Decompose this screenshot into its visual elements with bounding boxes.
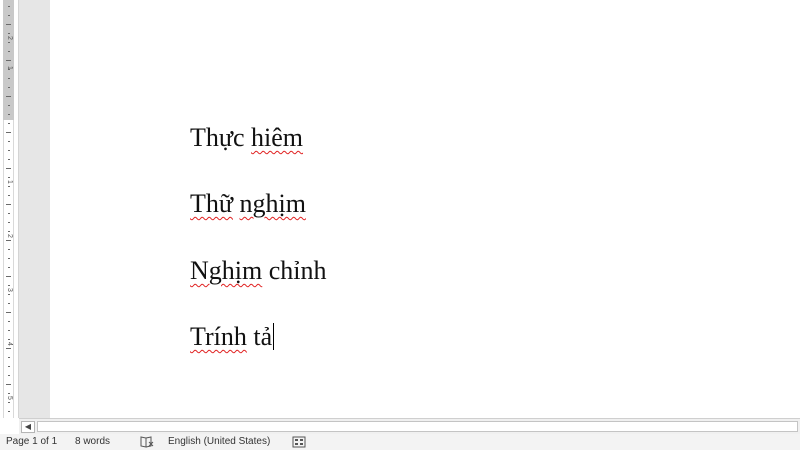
ruler-number: 1	[6, 66, 13, 70]
ruler-tick	[8, 15, 10, 16]
misspelled-word[interactable]: Nghịm	[190, 256, 262, 285]
ruler-tick	[6, 384, 11, 385]
ruler-tick	[8, 141, 10, 142]
ruler-tick	[8, 51, 10, 52]
text-run: tả	[246, 322, 273, 351]
misspelled-word[interactable]: Thữ	[190, 189, 233, 218]
misspelled-word[interactable]: Trính	[190, 322, 247, 351]
scrollbar-thumb[interactable]	[37, 421, 798, 432]
text-line-3[interactable]: Nghịm chỉnh	[190, 256, 327, 286]
language-indicator[interactable]: English (United States)	[168, 434, 270, 450]
ruler-tick	[8, 249, 10, 250]
track-changes-icon[interactable]	[292, 436, 306, 448]
ruler-tick	[8, 87, 10, 88]
vertical-ruler[interactable]: 2 1 1 2 3 4 5	[0, 0, 19, 418]
ruler-tick	[8, 6, 10, 7]
page-count[interactable]: Page 1 of 1	[6, 434, 57, 450]
ruler-tick	[6, 276, 11, 277]
ruler-tick	[8, 375, 10, 376]
ruler-tick	[6, 132, 11, 133]
ruler-number: 3	[6, 288, 13, 292]
text-run: chỉnh	[262, 256, 327, 285]
word-count[interactable]: 8 words	[75, 434, 110, 450]
ruler-tick	[6, 96, 11, 97]
ruler-tick	[8, 159, 10, 160]
ruler-tick	[8, 411, 10, 412]
ruler-tick	[8, 114, 10, 115]
ruler-tick	[8, 321, 10, 322]
text-line-1[interactable]: Thực hiêm	[190, 123, 303, 153]
ruler-tick	[8, 267, 10, 268]
ruler-tick	[8, 330, 10, 331]
ruler-tick	[8, 357, 10, 358]
ruler-tick	[6, 60, 11, 61]
ruler-tick	[8, 258, 10, 259]
horizontal-scrollbar[interactable]: ◀	[19, 418, 800, 434]
ruler-number: 5	[6, 396, 13, 400]
misspelled-word[interactable]: hiêm	[251, 123, 303, 152]
ruler-tick	[6, 24, 11, 25]
ruler-tick	[6, 312, 11, 313]
ruler-number: 2	[6, 234, 13, 238]
ruler-tick	[6, 168, 11, 169]
proofing-book-icon[interactable]	[140, 436, 154, 448]
text-line-2[interactable]: Thữ nghịm	[190, 189, 306, 219]
document-page[interactable]: Thực hiêm Thữ nghịm Nghịm chỉnh Trính tả	[50, 0, 800, 418]
text-line-4[interactable]: Trính tả	[190, 322, 275, 352]
ruler-tick	[8, 195, 10, 196]
misspelled-word[interactable]: nghịm	[239, 189, 305, 218]
ruler-tick	[8, 303, 10, 304]
text-cursor	[273, 323, 275, 350]
page-gutter	[19, 0, 50, 418]
ruler-number: 4	[6, 342, 13, 346]
ruler-number: 1	[6, 180, 13, 184]
ruler-tick	[8, 366, 10, 367]
status-bar: Page 1 of 1 8 words English (United Stat…	[0, 434, 800, 450]
ruler-tick	[8, 123, 10, 124]
ruler-tick	[8, 213, 10, 214]
ruler-tick	[8, 222, 10, 223]
ruler-tick	[8, 78, 10, 79]
ruler-tick	[8, 105, 10, 106]
ruler-tick	[6, 204, 11, 205]
ruler-tick	[8, 150, 10, 151]
scroll-left-arrow-icon[interactable]: ◀	[21, 421, 35, 433]
ruler-body-area	[3, 120, 14, 418]
text-run: Thực	[190, 123, 252, 152]
ruler-number: 2	[6, 36, 13, 40]
